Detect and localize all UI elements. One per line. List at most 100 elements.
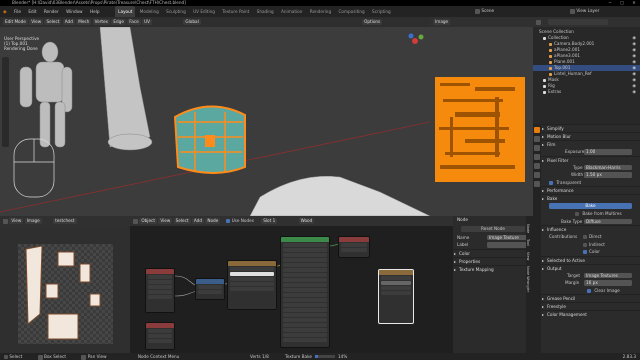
section-color-management[interactable]: Color Management xyxy=(541,310,640,318)
properties-tabs[interactable] xyxy=(533,124,541,356)
viewport-menu-select[interactable]: Select xyxy=(44,19,62,25)
filter-width-field[interactable]: 1.50 px xyxy=(584,172,632,178)
outliner-editor-icon[interactable] xyxy=(536,19,541,25)
uv-editor-type-icon[interactable] xyxy=(3,218,8,224)
scene-selector[interactable]: Scene xyxy=(475,8,494,14)
node-name-field[interactable]: Image Texture xyxy=(487,234,527,240)
section-influence[interactable]: Influence xyxy=(541,225,640,233)
output-tab-icon[interactable] xyxy=(534,136,540,142)
node-texture-mapping-section[interactable]: Texture Mapping xyxy=(453,264,533,273)
material-tab-icon[interactable] xyxy=(534,181,540,187)
menu-edit[interactable]: Edit xyxy=(25,6,39,17)
section-pixel-filter[interactable]: Pixel Filter xyxy=(541,155,640,164)
node-bake-image-texture[interactable] xyxy=(378,269,414,324)
tab-shading[interactable]: Shading xyxy=(254,6,277,17)
viewport-menu-edge[interactable]: Edge xyxy=(111,19,126,25)
uv-editor[interactable]: View Image testchest xyxy=(0,216,130,353)
tab-animation[interactable]: Animation xyxy=(278,6,305,17)
transparent-checkbox[interactable] xyxy=(549,180,553,185)
sidebar-tab-node-wrangler[interactable]: Node Wrangler xyxy=(526,266,530,292)
outliner-item[interactable]: Extras ◉ xyxy=(533,89,640,95)
tab-layout[interactable]: Layout xyxy=(115,6,136,17)
uv-menu-view[interactable]: View xyxy=(9,218,24,224)
viewport-menu-face[interactable]: Face xyxy=(127,19,141,25)
section-performance[interactable]: Performance xyxy=(541,186,640,194)
bake-type-dropdown[interactable]: Diffuse xyxy=(584,218,632,224)
section-grease-pencil[interactable]: Grease Pencil xyxy=(541,294,640,302)
viewport-options[interactable]: Options xyxy=(362,19,383,25)
margin-field[interactable]: 16 px xyxy=(584,280,632,286)
node-editor[interactable]: Object View Select Add Node Use Nodes Sl… xyxy=(130,216,453,353)
section-motion-blur[interactable]: Motion Blur xyxy=(541,132,640,140)
tab-scripting[interactable]: Scripting xyxy=(369,6,394,17)
viewport-menu-view[interactable]: View xyxy=(29,19,44,25)
tab-rendering[interactable]: Rendering xyxy=(307,6,334,17)
section-simplify[interactable]: Simplify xyxy=(541,124,640,132)
tab-compositing[interactable]: Compositing xyxy=(335,6,367,17)
view-layer-selector[interactable]: View Layer xyxy=(570,8,599,14)
render-tab-icon[interactable] xyxy=(534,127,540,133)
viewport-menu-add[interactable]: Add xyxy=(62,19,75,25)
outliner-search[interactable] xyxy=(548,19,609,25)
viewport-3d[interactable]: Edit Mode View Select Add Mesh Vertex Ed… xyxy=(0,17,430,216)
uv-image-selector[interactable]: testchest xyxy=(53,218,77,224)
section-selected-to-active[interactable]: Selected to Active xyxy=(541,255,640,264)
tab-sculpting[interactable]: Sculpting xyxy=(163,6,189,17)
uv-menu-image[interactable]: Image xyxy=(24,218,42,224)
sidebar-tab-tool[interactable]: Tool xyxy=(526,239,530,246)
exposure-field[interactable]: 1.00 xyxy=(584,149,632,155)
menu-help[interactable]: Help xyxy=(87,6,103,17)
menu-file[interactable]: File xyxy=(11,6,24,17)
tab-uv-editing[interactable]: UV Editing xyxy=(190,6,218,17)
node-properties-section[interactable]: Properties xyxy=(453,256,533,265)
image-editor-top[interactable]: Image xyxy=(430,17,533,216)
node-sidebar-tabs[interactable]: Node Tool View Node Wrangler xyxy=(526,216,533,353)
sidebar-tab-view[interactable]: View xyxy=(526,252,530,260)
bake-multires-checkbox[interactable] xyxy=(575,212,579,216)
node-sidebar[interactable]: Node Reset Node Name Image Texture Label… xyxy=(453,216,533,353)
indirect-checkbox[interactable] xyxy=(583,242,587,247)
node-panel-header[interactable]: Node xyxy=(453,216,533,224)
sidebar-tab-node[interactable]: Node xyxy=(526,224,530,233)
viewport-menu-uv[interactable]: UV xyxy=(142,19,153,25)
node-color-section[interactable]: Color xyxy=(453,248,533,257)
node-texture-coordinate[interactable] xyxy=(145,268,175,313)
properties-editor[interactable]: Simplify Motion Blur Film Exposure 1.00 … xyxy=(533,124,640,356)
menu-window[interactable]: Window xyxy=(63,6,86,17)
node-label-field[interactable] xyxy=(487,242,527,248)
node-image-texture[interactable] xyxy=(227,260,277,310)
filter-type-dropdown[interactable]: Blackman-Harris xyxy=(584,164,632,170)
node-principled-bsdf[interactable] xyxy=(280,236,330,348)
section-output[interactable]: Output xyxy=(541,263,640,272)
section-bake[interactable]: Bake xyxy=(541,194,640,202)
target-dropdown[interactable]: Image Textures xyxy=(584,272,632,278)
viewport-menu-mesh[interactable]: Mesh xyxy=(76,19,92,25)
reset-node-button[interactable]: Reset Node xyxy=(461,225,525,232)
world-tab-icon[interactable] xyxy=(534,154,540,160)
tab-modeling[interactable]: Modeling xyxy=(137,6,162,17)
modifier-tab-icon[interactable] xyxy=(534,172,540,178)
node-reroute-group[interactable] xyxy=(195,278,225,300)
orientation-selector[interactable]: Global xyxy=(183,19,201,25)
blender-logo-icon[interactable]: ◉ xyxy=(0,6,10,17)
section-freestyle[interactable]: Freestyle xyxy=(541,302,640,310)
node-mapping[interactable] xyxy=(145,322,175,350)
viewport-menu-vertex[interactable]: Vertex xyxy=(92,19,111,25)
clear-image-checkbox[interactable] xyxy=(587,288,591,293)
scene-tab-icon[interactable] xyxy=(534,145,540,151)
tab-texture-paint[interactable]: Texture Paint xyxy=(219,6,252,17)
section-film[interactable]: Film xyxy=(541,140,640,148)
outliner[interactable]: Scene Collection Collection ◉ Camera.Body2… xyxy=(533,17,640,124)
image-menu[interactable]: Image xyxy=(433,19,451,25)
menu-render[interactable]: Render xyxy=(41,6,62,17)
visibility-eye-icon[interactable]: ◉ xyxy=(632,89,636,95)
mode-selector[interactable]: Edit Mode xyxy=(3,19,28,25)
navigation-gizmo[interactable] xyxy=(405,31,425,52)
bake-button[interactable]: Bake xyxy=(549,203,632,209)
node-material-output[interactable] xyxy=(338,236,370,258)
color-checkbox[interactable] xyxy=(583,250,587,254)
bake-type-row: Bake Type Diffuse xyxy=(541,218,640,226)
direct-checkbox[interactable] xyxy=(583,235,587,239)
object-tab-icon[interactable] xyxy=(534,163,540,169)
mouse-wireframe xyxy=(13,138,55,198)
